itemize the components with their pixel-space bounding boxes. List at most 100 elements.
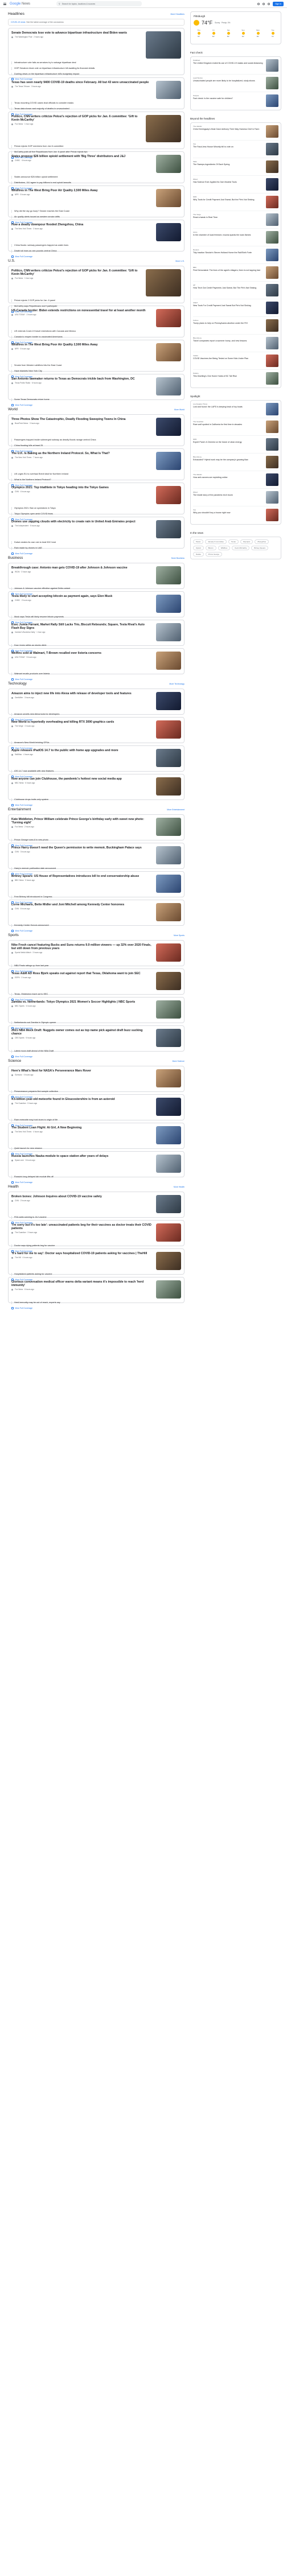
topic-pill[interactable]: Olympics — [240, 539, 253, 544]
related-headline[interactable]: Russia's long-delayed lab module lifts o… — [14, 1176, 181, 1178]
beyond-headlines-item-title[interactable]: How Tech Out Credit Payments Just Sweat,… — [193, 287, 264, 289]
related-headline[interactable]: Death toll rises as rain pounds central … — [14, 250, 181, 253]
fact-check-item-title[interactable]: Unvaccinated people are more likely to b… — [193, 80, 264, 82]
beyond-headlines-item[interactable]: Wired Has Science Ever Applied Its Own Mo… — [193, 176, 278, 193]
beyond-headlines-item-title[interactable]: The Sweeps-Ingredients Of Each Spring — [193, 163, 264, 166]
story-headline[interactable]: Prince Harry doesn't need the Queen's pe… — [11, 846, 153, 850]
spotlight-item-thumbnail[interactable] — [266, 403, 278, 415]
story-thumbnail[interactable] — [146, 115, 181, 142]
beyond-headlines-item-title[interactable]: Tidy Inaction Sinclair's Steven Holland … — [193, 252, 264, 254]
related-headline[interactable]: Prince George turns 8 in new photo — [14, 839, 181, 842]
related-story[interactable]: GOP Senators block vote on bipartisan in… — [11, 67, 181, 70]
related-headline[interactable]: Hospitalized patients asking for vaccine — [14, 1273, 181, 1276]
story-headline[interactable]: Wildfires in The West Bring Poor Air Qua… — [11, 189, 153, 192]
related-story[interactable]: China flooding kills at least 25 — [11, 444, 181, 447]
spotlight-item-title[interactable]: Why you shouldn't buy a house right now — [193, 512, 264, 514]
related-story[interactable]: Pelosi rejects 2 GOP picks for Jan. 6 pa… — [11, 299, 181, 302]
story-headline[interactable]: Glorious conversation medical officer wa… — [11, 1280, 153, 1287]
spotlight-item-thumbnail[interactable] — [266, 456, 278, 468]
related-headline[interactable]: Kennedy Center Honors announced — [14, 924, 181, 927]
menu-icon[interactable] — [3, 2, 6, 5]
beyond-headlines-item-thumbnail[interactable] — [266, 355, 278, 367]
beyond-headlines-item-thumbnail[interactable] — [266, 231, 278, 244]
related-headline[interactable]: Tokyo Olympics open amid COVID fears — [14, 513, 181, 516]
related-headline[interactable]: FDA adds warning to J&J vaccine — [14, 1216, 181, 1219]
related-headline[interactable]: Harry's memoir publication date announce… — [14, 867, 181, 870]
story-thumbnail[interactable] — [156, 1252, 181, 1270]
full-coverage-button[interactable]: View Full Coverage — [11, 552, 181, 555]
beyond-headlines-item-title[interactable]: Has Science Ever Applied Its Own Modest … — [193, 181, 264, 183]
full-coverage-button[interactable]: View Full Coverage — [11, 929, 181, 932]
related-headline[interactable]: Perseverance prepares first sample colle… — [14, 1090, 181, 1093]
covid-banner-link[interactable]: COVID-19 news: — [11, 21, 26, 23]
story-headline[interactable]: Zambia vs. Netherlands: Tokyo Olympics 2… — [11, 1000, 153, 1004]
story-headline[interactable]: Breakthrough case: Antonio man gets COVI… — [11, 566, 153, 570]
story-thumbnail[interactable] — [156, 972, 181, 990]
story-thumbnail[interactable] — [156, 652, 181, 670]
related-story[interactable]: Kennedy Center Honors announced — [11, 924, 181, 927]
beyond-headlines-item-title[interactable]: Chris Hemingway's Most Gave Anthony Thei… — [193, 128, 264, 130]
section-more-link[interactable]: More Technology — [169, 683, 184, 685]
related-story[interactable]: Russia's long-delayed lab module lifts o… — [11, 1176, 181, 1178]
story-headline[interactable]: The U.K. Is Baking as the Northern Irela… — [11, 452, 153, 455]
beyond-headlines-item[interactable]: Politico This Dwelling's One Home Holds o… — [193, 370, 278, 388]
story-thumbnail[interactable] — [156, 520, 181, 538]
related-story[interactable]: Amazon's New World bricking GPUs — [11, 741, 181, 744]
topic-pill[interactable]: Britney Spears — [251, 546, 269, 550]
beyond-headlines-item[interactable]: Bloomberg Travel companies report a summe… — [193, 335, 278, 352]
related-story[interactable]: Passengers trapped inside submerged subw… — [11, 439, 181, 442]
fact-check-item[interactable]: PolitiFact The United Kingdom ended its u… — [193, 57, 278, 75]
settings-icon[interactable] — [263, 2, 265, 5]
story-thumbnail[interactable] — [156, 1029, 181, 1047]
story-thumbnail[interactable] — [156, 1126, 181, 1144]
spotlight-item-title[interactable]: How anti-vaxxers are exploiting online — [193, 476, 264, 479]
story-thumbnail[interactable] — [146, 269, 181, 296]
related-headline[interactable]: Canada to reopen border to vaccinated Am… — [14, 336, 181, 339]
section-title[interactable]: Entertainment — [8, 807, 31, 811]
story-headline[interactable]: San Antonio lawmaker returns to Texas as… — [11, 377, 153, 381]
story-headline[interactable]: Britney Spears: US House of Representati… — [11, 875, 153, 878]
related-headline[interactable]: UK urges EU to overhaul Brexit deal for … — [14, 473, 181, 476]
topic-pill[interactable]: Wildfires — [218, 546, 231, 550]
weather-card[interactable]: Pittsburgh 74°F Sunny · Precip: 0% Thu 78… — [190, 11, 281, 44]
related-story[interactable]: Prince George turns 8 in new photo — [11, 839, 181, 842]
related-headline[interactable]: Dubai creates its own rain to beat 50C h… — [14, 541, 181, 544]
beyond-headlines-item-thumbnail[interactable] — [266, 213, 278, 226]
related-headline[interactable]: Walmart recalls products over listeria — [14, 673, 181, 675]
section-more-link[interactable]: More Science — [173, 1060, 184, 1062]
sign-in-button[interactable]: Sign in — [273, 1, 284, 6]
spotlight-item[interactable]: Wired The inside story of the pandemic te… — [193, 489, 278, 506]
related-headline[interactable]: Free Britney bill introduced in Congress — [14, 896, 181, 898]
spotlight-item-title[interactable]: Lost and found: the LAPD is keeping trac… — [193, 406, 264, 408]
section-title[interactable]: Headlines — [8, 12, 24, 16]
apps-icon[interactable] — [268, 2, 270, 5]
beyond-headlines-item[interactable]: AP How Tech Out Credit Payments Just Swea… — [193, 282, 278, 299]
related-story[interactable]: Johnson & Johnson vaccine effective agai… — [11, 587, 181, 590]
beyond-headlines-item-thumbnail[interactable] — [266, 302, 278, 314]
beyond-headlines-item-thumbnail[interactable] — [266, 337, 278, 349]
story-thumbnail[interactable] — [156, 452, 181, 470]
story-headline[interactable]: Nike Fresh cancel featuring Bucks and Su… — [11, 943, 153, 950]
story-headline[interactable]: Exec Jumia Farrant, Market Rally Still L… — [11, 623, 153, 630]
related-story[interactable]: Rare meteorite may hold clues to origin … — [11, 1119, 181, 1122]
story-headline[interactable]: 'It's hard for me to say': Doctor says h… — [11, 1252, 153, 1255]
fact-check-item-title[interactable]: The United Kingdom ended its use of COVI… — [193, 62, 264, 64]
topic-pill[interactable]: Opioid — [193, 546, 204, 550]
beyond-headlines-item-title[interactable]: In the chamber of local freedom, trauma … — [193, 234, 264, 236]
story-headline[interactable]: Apple releases iPadOS 14.7 to the public… — [11, 749, 153, 752]
related-story[interactable]: What is the Northern Ireland Protocol? — [11, 478, 181, 481]
section-title[interactable]: Sports — [8, 933, 19, 937]
spotlight-item-thumbnail[interactable] — [266, 421, 278, 433]
beyond-headlines-item-title[interactable]: Trump plans to help on Pennsylvania abor… — [193, 322, 264, 324]
covid-banner[interactable]: COVID-19 news: See the latest coverage o… — [8, 19, 184, 26]
story-thumbnail[interactable] — [156, 720, 181, 739]
story-headline[interactable]: New World is reportedly overheating and … — [11, 720, 153, 724]
related-headline[interactable]: Dow Jones rallies as stocks climb — [14, 644, 181, 647]
related-story[interactable]: NBA Finals ratings up from last year — [11, 965, 181, 967]
beyond-headlines-item[interactable]: Insider COVID Vaccines Are Being Tested o… — [193, 352, 278, 370]
story-thumbnail[interactable] — [156, 1280, 181, 1299]
full-coverage-button[interactable]: View Full Coverage — [11, 1181, 181, 1184]
beyond-headlines-item-title[interactable]: Read a tweak in Real Time — [193, 216, 264, 219]
beyond-headlines-item-thumbnail[interactable] — [266, 249, 278, 261]
story-thumbnail[interactable] — [156, 777, 181, 796]
